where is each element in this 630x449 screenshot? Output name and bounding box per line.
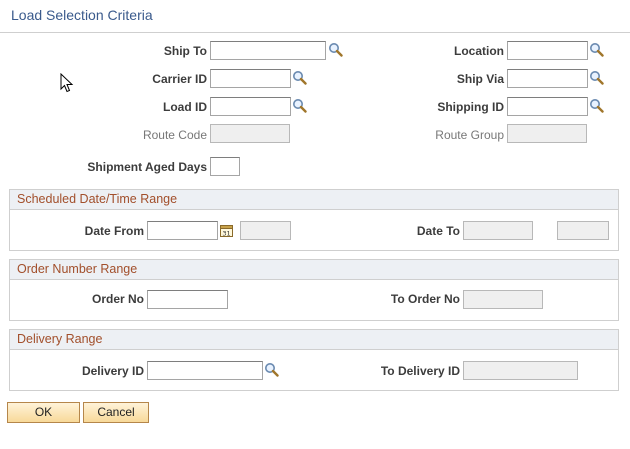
date-to-input bbox=[463, 221, 533, 240]
ship-to-input[interactable] bbox=[210, 41, 326, 60]
svg-text:31: 31 bbox=[222, 230, 230, 238]
mouse-cursor-icon bbox=[60, 73, 74, 93]
magnifier-icon[interactable] bbox=[589, 98, 604, 113]
route-code-label: Route Code bbox=[142, 128, 207, 142]
location-label: Location bbox=[454, 44, 504, 58]
section-title: Scheduled Date/Time Range bbox=[17, 192, 178, 206]
ship-to-label: Ship To bbox=[163, 44, 207, 58]
shipment-aged-days-label: Shipment Aged Days bbox=[87, 160, 207, 174]
magnifier-icon[interactable] bbox=[292, 70, 307, 85]
date-range-section: Scheduled Date/Time Range bbox=[9, 189, 619, 251]
date-to-time-input bbox=[557, 221, 609, 240]
order-no-label: Order No bbox=[91, 292, 144, 306]
to-order-no-label: To Order No bbox=[390, 292, 460, 306]
calendar-icon[interactable]: 31 bbox=[220, 224, 233, 237]
magnifier-icon[interactable] bbox=[589, 42, 604, 57]
order-no-input[interactable] bbox=[147, 290, 228, 309]
shipment-aged-days-input[interactable] bbox=[210, 157, 240, 176]
shipping-id-input[interactable] bbox=[507, 97, 588, 116]
cancel-button[interactable]: Cancel bbox=[83, 402, 149, 423]
to-delivery-id-label: To Delivery ID bbox=[380, 364, 460, 378]
delivery-id-label: Delivery ID bbox=[81, 364, 144, 378]
magnifier-icon[interactable] bbox=[264, 362, 279, 377]
route-group-input bbox=[507, 124, 587, 143]
date-to-label: Date To bbox=[416, 224, 460, 238]
shipping-id-label: Shipping ID bbox=[437, 100, 504, 114]
ok-button[interactable]: OK bbox=[7, 402, 80, 423]
date-from-time-input bbox=[240, 221, 291, 240]
magnifier-icon[interactable] bbox=[328, 42, 343, 57]
carrier-id-input[interactable] bbox=[210, 69, 291, 88]
delivery-range-section: Delivery Range bbox=[9, 329, 619, 391]
to-delivery-id-input bbox=[463, 361, 578, 380]
delivery-id-input[interactable] bbox=[147, 361, 263, 380]
carrier-id-label: Carrier ID bbox=[152, 72, 207, 86]
load-id-input[interactable] bbox=[210, 97, 291, 116]
date-from-input[interactable] bbox=[147, 221, 218, 240]
ship-via-label: Ship Via bbox=[456, 72, 504, 86]
section-title: Order Number Range bbox=[17, 262, 138, 276]
location-input[interactable] bbox=[507, 41, 588, 60]
route-code-input bbox=[210, 124, 290, 143]
page-title: Load Selection Criteria bbox=[11, 7, 153, 23]
magnifier-icon[interactable] bbox=[589, 70, 604, 85]
magnifier-icon[interactable] bbox=[292, 98, 307, 113]
section-title: Delivery Range bbox=[17, 332, 103, 346]
ship-via-input[interactable] bbox=[507, 69, 588, 88]
load-id-label: Load ID bbox=[163, 100, 207, 114]
to-order-no-input bbox=[463, 290, 543, 309]
route-group-label: Route Group bbox=[435, 128, 504, 142]
date-from-label: Date From bbox=[84, 224, 144, 238]
